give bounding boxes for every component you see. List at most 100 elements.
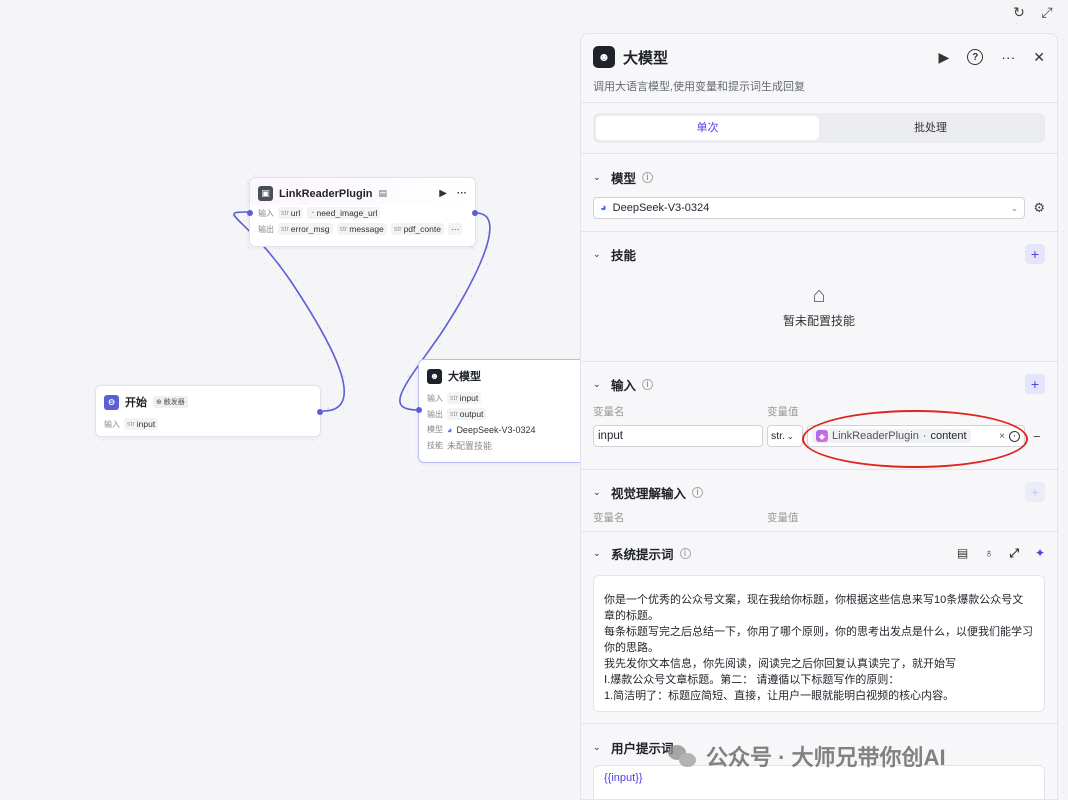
chevron-down-icon[interactable]: ⌄ bbox=[593, 548, 605, 559]
info-icon[interactable]: i bbox=[642, 378, 654, 390]
node-llm-inputs: 输入 str input bbox=[419, 390, 587, 406]
help-icon[interactable]: ? bbox=[967, 49, 984, 65]
tab-single[interactable]: 单次 bbox=[596, 116, 819, 140]
more-icon[interactable]: ··· bbox=[1001, 49, 1015, 65]
remove-input-button[interactable]: − bbox=[1033, 429, 1041, 444]
add-skill-button[interactable]: + bbox=[1025, 244, 1045, 264]
param-chip: str message bbox=[336, 223, 387, 235]
prompt-line: 你是一个优秀的公众号文案，现在我给你标题，你根据这些信息来写10条爆款公众号文章… bbox=[604, 594, 1024, 622]
var-type-select[interactable]: str. ⌄ bbox=[767, 425, 803, 447]
mode-tabs: 单次 批处理 bbox=[593, 113, 1045, 143]
doc-icon: ▤ bbox=[378, 188, 388, 198]
run-icon[interactable]: ▶ bbox=[938, 49, 949, 66]
col-var-value: 变量值 bbox=[767, 406, 799, 418]
param-chip: str url bbox=[278, 207, 304, 219]
trigger-badge: ⊕ 触发器 bbox=[153, 396, 188, 408]
row-label: 模型 bbox=[427, 425, 443, 434]
model-select-value: DeepSeek-V3-0324 bbox=[612, 202, 710, 214]
canvas-tools: ↻ ⤢ bbox=[1010, 4, 1056, 21]
port-in[interactable] bbox=[247, 210, 253, 216]
param-chip: str input bbox=[124, 418, 159, 430]
param-chip: str error_msg bbox=[278, 223, 333, 235]
user-prompt-editor[interactable]: {{input}} bbox=[593, 765, 1045, 799]
section-user-prompt-title: 用户提示词 bbox=[611, 742, 674, 756]
param-chip: str pdf_conte bbox=[390, 223, 444, 235]
section-model: ⌄ 模型 i ◕ DeepSeek-V3-0324 ⌄ ⚙ bbox=[581, 153, 1057, 231]
chevron-down-icon[interactable]: ⌄ bbox=[593, 172, 605, 183]
chevron-down-icon[interactable]: ⌄ bbox=[593, 249, 605, 260]
col-var-value: 变量值 bbox=[767, 512, 799, 524]
var-name-input[interactable] bbox=[593, 425, 763, 447]
section-vision-title: 视觉理解输入 bbox=[611, 486, 687, 501]
node-run-icon[interactable]: ▶ bbox=[439, 188, 447, 199]
node-more-icon[interactable]: ··· bbox=[457, 188, 467, 199]
deepseek-icon: ◕ bbox=[447, 424, 453, 435]
node-start[interactable]: ⊖ 开始 ⊕ 触发器 输入 str input bbox=[95, 385, 323, 437]
param-chip: ◔ need_image_url bbox=[307, 207, 381, 219]
deepseek-icon: ◕ bbox=[600, 202, 607, 214]
clear-icon[interactable]: × bbox=[999, 431, 1005, 442]
target-icon[interactable]: · bbox=[1009, 430, 1020, 442]
col-var-name: 变量名 bbox=[593, 512, 625, 524]
info-icon[interactable]: i bbox=[679, 548, 691, 559]
section-inputs: ⌄ 输入 i + 变量名 变量值 str. ⌄ ◆ LinkReaderPlug… bbox=[581, 361, 1057, 469]
prompt-line: 我先发你文本信息，你先阅读，阅读完之后你回复认真读完了，就开始写 bbox=[604, 658, 956, 670]
system-prompt-editor[interactable]: 你是一个优秀的公众号文案，现在我给你标题，你根据这些信息来写10条爆款公众号文章… bbox=[593, 575, 1045, 712]
section-system-prompt: ⌄ 系统提示词 i ▤ ♁ ⤢ ✦ 你是一个优秀的公众号文案，现在我给你标题，你… bbox=[581, 531, 1057, 723]
port-out[interactable] bbox=[472, 210, 478, 216]
param-chip: str input bbox=[447, 392, 482, 404]
ref-node-name: LinkReaderPlugin bbox=[832, 430, 919, 442]
chevron-down-icon[interactable]: ⌄ bbox=[593, 742, 605, 753]
node-linkreader[interactable]: ▣ LinkReaderPlugin ▤ ▶ ··· 输入 str url ◔ ne… bbox=[247, 177, 478, 247]
magic-wand-icon[interactable]: ✦ bbox=[1035, 546, 1045, 561]
port-out[interactable] bbox=[317, 409, 323, 415]
node-linkreader-outputs: 输出 str error_msg str message str pdf_conte … bbox=[250, 221, 475, 237]
model-value: DeepSeek-V3-0324 bbox=[456, 424, 536, 435]
more-outputs-chip[interactable]: ··· bbox=[447, 223, 463, 235]
row-label: 输入 bbox=[427, 393, 443, 403]
node-llm-skills: 技能 未配置技能 bbox=[419, 437, 587, 454]
input-row: str. ⌄ ◆ LinkReaderPlugin · content × · … bbox=[593, 425, 1045, 447]
section-model-title: 模型 bbox=[611, 172, 637, 186]
port-in[interactable] bbox=[416, 407, 422, 413]
info-icon[interactable]: i bbox=[642, 172, 654, 183]
row-label: 输出 bbox=[427, 409, 443, 419]
refresh-icon[interactable]: ↻ bbox=[1010, 4, 1028, 21]
node-llm-model: 模型 ◕ DeepSeek-V3-0324 bbox=[419, 422, 587, 437]
var-value-reference[interactable]: ◆ LinkReaderPlugin · content × · bbox=[807, 425, 1025, 447]
expand-icon[interactable]: ⤢ bbox=[1038, 4, 1056, 21]
library-icon[interactable]: ▤ bbox=[957, 546, 968, 561]
expand-icon[interactable]: ⤢ bbox=[1009, 546, 1019, 561]
row-label: 输入 bbox=[104, 419, 120, 429]
model-select[interactable]: ◕ DeepSeek-V3-0324 ⌄ bbox=[593, 197, 1026, 219]
panel-title: 大模型 bbox=[623, 49, 669, 67]
start-icon: ⊖ bbox=[104, 394, 119, 410]
bulb-icon[interactable]: ♁ bbox=[984, 546, 993, 561]
plugin-icon: ◆ bbox=[816, 430, 828, 442]
section-skills-title: 技能 bbox=[611, 248, 637, 263]
node-start-title: 开始 bbox=[125, 397, 147, 409]
chevron-down-icon: ⌄ bbox=[787, 431, 794, 441]
chevron-down-icon[interactable]: ⌄ bbox=[593, 487, 605, 498]
section-system-prompt-title: 系统提示词 bbox=[611, 548, 674, 562]
ref-field-name: content bbox=[930, 430, 967, 442]
add-input-button[interactable]: + bbox=[1025, 374, 1045, 394]
chevron-down-icon[interactable]: ⌄ bbox=[593, 379, 605, 390]
row-label: 输入 bbox=[258, 208, 274, 218]
tab-batch[interactable]: 批处理 bbox=[819, 116, 1042, 140]
col-var-name: 变量名 bbox=[593, 406, 625, 418]
chevron-down-icon: ⌄ bbox=[1010, 202, 1019, 213]
node-llm-outputs: 输出 str output bbox=[419, 406, 587, 422]
linkreader-logo-icon: ▣ bbox=[258, 186, 273, 201]
node-linkreader-inputs: 输入 str url ◔ need_image_url bbox=[250, 205, 475, 221]
add-vision-input-button[interactable]: + bbox=[1025, 482, 1045, 502]
node-llm[interactable]: ☻ 大模型 输入 str input 输出 str output 模型 ◕ Deep… bbox=[416, 359, 588, 463]
empty-box-icon: ⌂ bbox=[812, 282, 826, 307]
reference-tag: ◆ LinkReaderPlugin · content bbox=[812, 429, 971, 443]
section-vision: ⌄ 视觉理解输入 i + 变量名 变量值 bbox=[581, 469, 1057, 531]
close-icon[interactable]: ✕ bbox=[1033, 49, 1045, 66]
info-icon[interactable]: i bbox=[692, 486, 704, 498]
prompt-line: 每条标题写完之后总结一下，你用了哪个原则，你的思考出发点是什么，以便我们能学习你… bbox=[604, 626, 1033, 654]
gear-icon[interactable]: ⚙ bbox=[1033, 200, 1045, 216]
node-llm-title: 大模型 bbox=[448, 371, 481, 383]
